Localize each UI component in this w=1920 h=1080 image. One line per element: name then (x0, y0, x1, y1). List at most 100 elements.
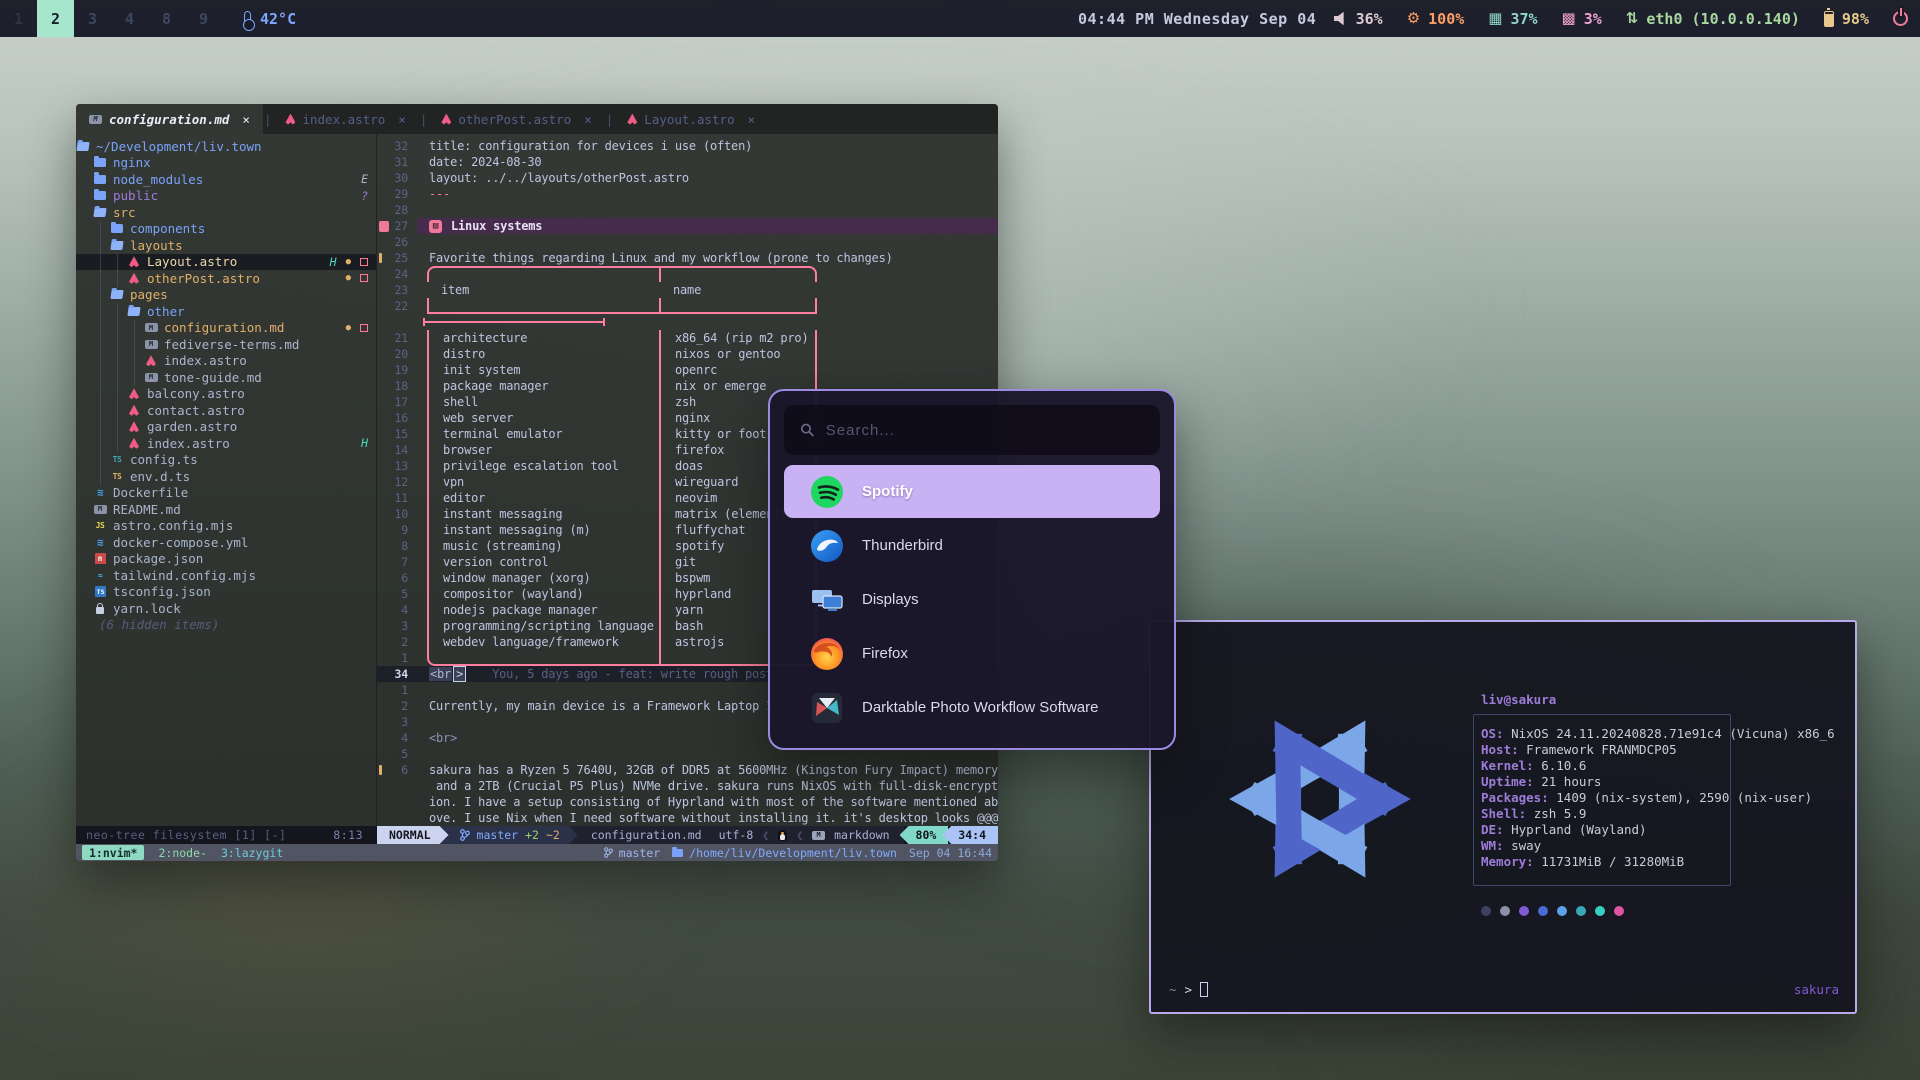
launcher-item-thunderbird[interactable]: Thunderbird (784, 519, 1160, 572)
buffer-line[interactable]: 30layout: ../../layouts/otherPost.astro (377, 170, 998, 186)
tree-item-balcony.astro[interactable]: balcony.astro (76, 386, 376, 403)
launcher-item-displays[interactable]: Displays (784, 573, 1160, 626)
tmux-window-lazygit[interactable]: 3:lazygit (221, 846, 283, 860)
tree-item-src[interactable]: src (76, 204, 376, 221)
tab-close-icon[interactable]: × (398, 112, 406, 127)
astro-icon (285, 114, 295, 125)
tree-item-garden.astro[interactable]: garden.astro (76, 419, 376, 436)
tab-configuration.md[interactable]: Mconfiguration.md× (76, 104, 263, 134)
tmux-window-nvim[interactable]: 1:nvim* (82, 845, 144, 860)
tree-item-README.md[interactable]: MREADME.md (76, 501, 376, 518)
speaker-module[interactable]: 36% (1334, 10, 1383, 28)
buffer-line[interactable]: 32title: configuration for devices i use… (377, 138, 998, 154)
tree-item-package.json[interactable]: npackage.json (76, 551, 376, 568)
npm-icon: n (93, 553, 107, 565)
buffer-line[interactable]: 22 (377, 298, 998, 314)
tab-Layout.astro[interactable]: Layout.astro× (614, 104, 768, 134)
indent-guide (93, 435, 110, 452)
gear-module[interactable]: ⚙100% (1407, 10, 1465, 28)
buffer-line[interactable]: 31date: 2024-08-30 (377, 154, 998, 170)
tree-item--6-hidden-items-[interactable]: (6 hidden items) (76, 617, 376, 634)
tab-otherPost.astro[interactable]: otherPost.astro× (428, 104, 604, 134)
neotree-file-panel[interactable]: ~/Development/liv.townnginxnode_modulesE… (76, 134, 377, 826)
buffer-line[interactable]: and a 2TB (Crucial P5 Plus) NVMe drive. … (377, 778, 998, 794)
fetch-value: Framework FRANMDCP05 (1526, 742, 1677, 757)
table-cell-item: init system (427, 362, 659, 378)
git-change-sign (379, 765, 382, 775)
tree-item-config.ts[interactable]: TSconfig.ts (76, 452, 376, 469)
tree-item-contact.astro[interactable]: contact.astro (76, 402, 376, 419)
tree-item-configuration.md[interactable]: Mconfiguration.md● (76, 320, 376, 337)
tree-item-tone-guide.md[interactable]: Mtone-guide.md (76, 369, 376, 386)
workspace-button-1[interactable]: 1 (0, 0, 37, 37)
tree-item-otherPost.astro[interactable]: otherPost.astro● (76, 270, 376, 287)
fetch-label: Memory: (1481, 854, 1541, 869)
tree-item-docker-compose.yml[interactable]: ≋docker-compose.yml (76, 534, 376, 551)
buffer-line[interactable]: 26 (377, 234, 998, 250)
tab-close-icon[interactable]: × (748, 112, 756, 127)
tree-item-index.astro[interactable]: index.astro (76, 353, 376, 370)
tab-close-icon[interactable]: × (584, 112, 592, 127)
tree-item-public[interactable]: public? (76, 188, 376, 205)
gpu-module[interactable]: ▩3% (1562, 10, 1602, 28)
tree-item-tailwind.config.mjs[interactable]: ≈tailwind.config.mjs (76, 567, 376, 584)
clock[interactable]: 04:44 PM Wednesday Sep 04 (1078, 0, 1316, 37)
tree-item-components[interactable]: components (76, 221, 376, 238)
workspace-button-2[interactable]: 2 (37, 0, 74, 37)
tree-item-nginx[interactable]: nginx (76, 155, 376, 172)
tab-separator: | (263, 112, 273, 127)
buffer-line[interactable] (377, 314, 998, 330)
workspace-button-3[interactable]: 3 (74, 0, 111, 37)
launcher-item-darktable[interactable]: Darktable Photo Workflow Software (784, 681, 1160, 734)
line-text: ove. I use Nix when I need software with… (417, 810, 998, 826)
cpu-module[interactable]: ▦37% (1488, 10, 1537, 28)
git-change-sign (379, 253, 382, 263)
buffer-line[interactable]: 27▤Linux systems (377, 218, 998, 234)
tree-item-Layout.astro[interactable]: Layout.astroH● (76, 254, 376, 271)
tree-item-astro.config.mjs[interactable]: JSastro.config.mjs (76, 518, 376, 535)
tree-item-Dockerfile[interactable]: ≋Dockerfile (76, 485, 376, 502)
buffer-line[interactable]: 21architecturex86_64 (rip m2 pro) (377, 330, 998, 346)
tree-item-fediverse-terms.md[interactable]: Mfediverse-terms.md (76, 336, 376, 353)
tree-item-yarn.lock[interactable]: yarn.lock (76, 600, 376, 617)
buffer-line[interactable]: 25Favorite things regarding Linux and my… (377, 250, 998, 266)
buffer-line[interactable]: 29--- (377, 186, 998, 202)
battery-module[interactable]: 98% (1824, 10, 1869, 28)
workspace-button-4[interactable]: 4 (111, 0, 148, 37)
tab-close-icon[interactable]: × (242, 112, 250, 127)
launcher-search-input[interactable] (826, 422, 1144, 439)
buffer-line[interactable]: 24 (377, 266, 998, 282)
buffer-line[interactable]: ion. I have a setup consisting of Hyprla… (377, 794, 998, 810)
launcher-item-firefox[interactable]: Firefox (784, 627, 1160, 680)
shell-prompt[interactable]: ~ > (1169, 982, 1208, 997)
tree-item---Development-liv.town[interactable]: ~/Development/liv.town (76, 138, 376, 155)
buffer-line[interactable]: 19init systemopenrc (377, 362, 998, 378)
tree-item-index.astro[interactable]: index.astroH (76, 435, 376, 452)
launcher-item-spotify[interactable]: Spotify (784, 465, 1160, 518)
buffer-line[interactable]: 20distronixos or gentoo (377, 346, 998, 362)
tmux-window-node[interactable]: 2:node- (158, 846, 206, 860)
workspace-button-8[interactable]: 8 (148, 0, 185, 37)
launcher-item-label: Displays (862, 591, 919, 608)
tree-item-env.d.ts[interactable]: TSenv.d.ts (76, 468, 376, 485)
buffer-line[interactable]: 28 (377, 202, 998, 218)
tree-item-other[interactable]: other (76, 303, 376, 320)
buffer-line[interactable]: 6sakura has a Ryzen 5 7640U, 32GB of DDR… (377, 762, 998, 778)
tree-item-layouts[interactable]: layouts (76, 237, 376, 254)
indent-guide (93, 369, 110, 386)
temperature-widget[interactable]: 42°C (244, 10, 296, 28)
darktable-icon (810, 691, 844, 725)
tab-index.astro[interactable]: index.astro× (272, 104, 418, 134)
network-module[interactable]: ⇅eth0 (10.0.0.140) (1626, 10, 1800, 28)
power-module[interactable] (1893, 11, 1908, 26)
app-launcher[interactable]: SpotifyThunderbird Displays FirefoxDarktab… (768, 389, 1176, 750)
buffer-line[interactable]: 23itemname (377, 282, 998, 298)
buffer-line[interactable]: ove. I use Nix when I need software with… (377, 810, 998, 826)
launcher-search[interactable] (784, 405, 1160, 455)
astro-icon (127, 421, 141, 433)
workspace-button-9[interactable]: 9 (185, 0, 222, 37)
tree-item-node-modules[interactable]: node_modulesE (76, 171, 376, 188)
fastfetch-terminal-window[interactable]: liv@sakura OS: NixOS 24.11.20240828.71e9… (1149, 620, 1857, 1014)
tree-item-tsconfig.json[interactable]: TStsconfig.json (76, 584, 376, 601)
tree-item-pages[interactable]: pages (76, 287, 376, 304)
